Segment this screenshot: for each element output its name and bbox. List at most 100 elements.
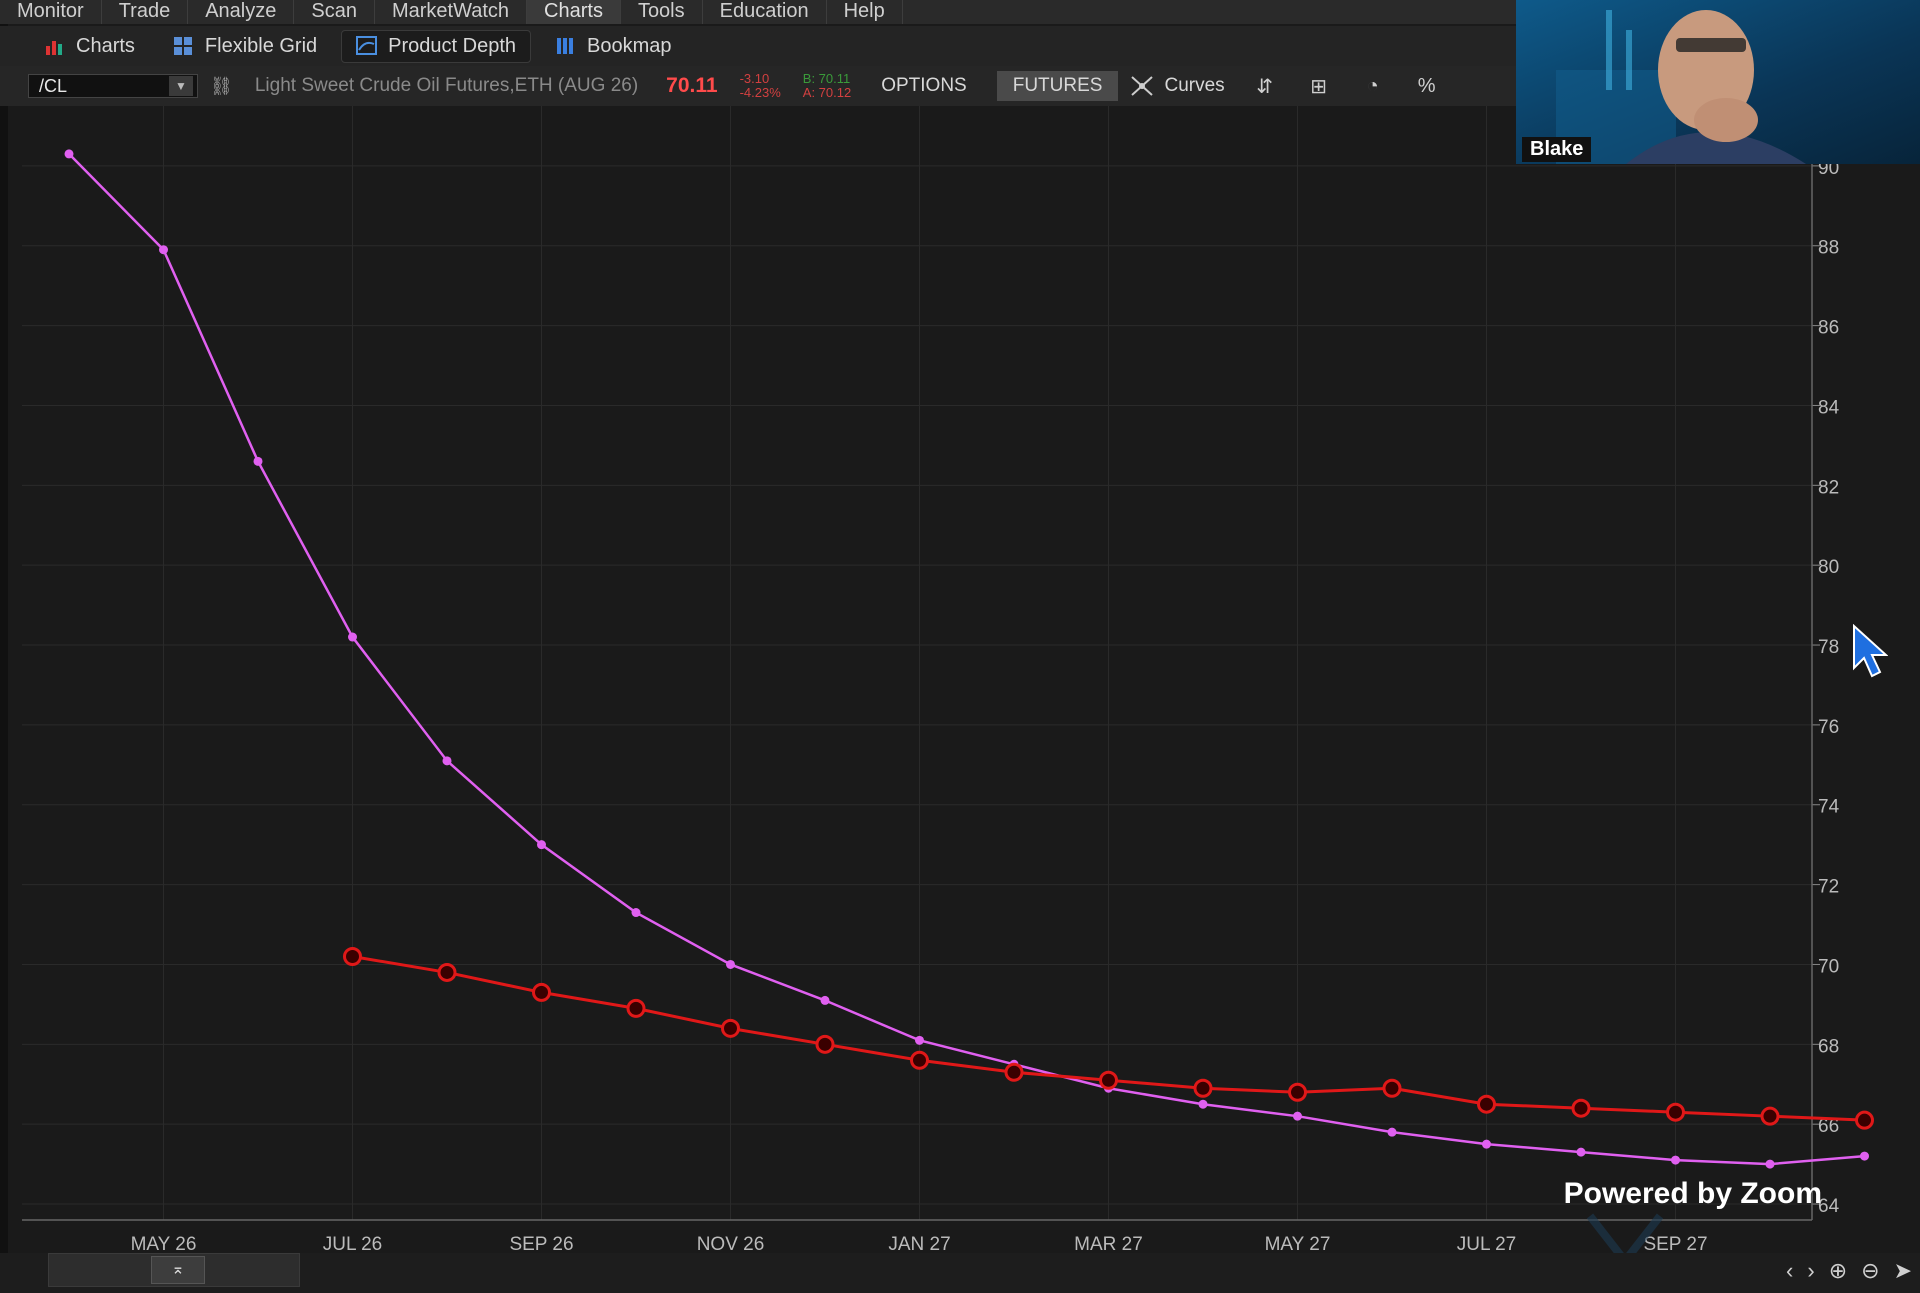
y-tick-label: 70 bbox=[1818, 956, 1839, 977]
x-tick-label: SEP 26 bbox=[509, 1234, 573, 1255]
instrument-description: Light Sweet Crude Oil Futures,ETH (AUG 2… bbox=[254, 75, 639, 96]
data-point-current bbox=[159, 245, 168, 255]
y-tick-label: 78 bbox=[1818, 637, 1839, 658]
menu-monitor[interactable]: Monitor bbox=[0, 0, 102, 24]
data-point-current bbox=[726, 959, 735, 969]
tab-label: Flexible Grid bbox=[204, 34, 318, 57]
data-point-current bbox=[915, 1035, 924, 1045]
data-point-current bbox=[537, 840, 546, 850]
x-tick-label: JUL 26 bbox=[323, 1234, 383, 1255]
data-point-prior bbox=[910, 1050, 929, 1070]
menu-scan[interactable]: Scan bbox=[294, 0, 375, 24]
options-button[interactable]: OPTIONS bbox=[865, 71, 983, 101]
y-tick-label: 76 bbox=[1818, 717, 1839, 738]
adjust-icon[interactable]: ⊞ bbox=[1305, 74, 1333, 99]
zoom-in-icon[interactable]: ⊕ bbox=[1829, 1258, 1847, 1284]
menu-charts[interactable]: Charts bbox=[527, 0, 621, 24]
data-point-prior bbox=[1382, 1078, 1402, 1098]
sort-arrows-icon[interactable]: ⇵ bbox=[1251, 74, 1279, 99]
data-point-prior bbox=[815, 1034, 835, 1054]
tab-flexible-grid[interactable]: Flexible Grid bbox=[159, 31, 331, 62]
chevron-down-icon[interactable]: ▼ bbox=[169, 76, 193, 96]
percent-toggle[interactable]: % bbox=[1413, 75, 1441, 98]
menu-analyze[interactable]: Analyze bbox=[188, 0, 295, 24]
tab-charts[interactable]: Charts bbox=[30, 31, 149, 62]
data-point-current bbox=[348, 632, 357, 642]
data-point-current bbox=[1860, 1151, 1869, 1161]
curve-chart-icon bbox=[356, 36, 378, 56]
data-point-current bbox=[1198, 1099, 1208, 1109]
data-point-current bbox=[1482, 1139, 1491, 1149]
data-point-prior bbox=[1477, 1094, 1496, 1114]
tab-label: Bookmap bbox=[587, 34, 672, 57]
menu-trade[interactable]: Trade bbox=[102, 0, 189, 24]
futures-button[interactable]: FUTURES bbox=[996, 71, 1119, 101]
chart-type-tabs: Charts Flexible Grid Product Depth Bookm… bbox=[0, 26, 1516, 66]
curves-button[interactable]: Curves bbox=[1130, 75, 1225, 97]
data-point-current bbox=[1671, 1155, 1680, 1165]
data-point-prior bbox=[1004, 1062, 1024, 1082]
y-tick-label: 82 bbox=[1818, 477, 1839, 498]
menu-help[interactable]: Help bbox=[827, 0, 903, 24]
zoom-watermark: Powered by Zoom bbox=[1563, 1177, 1822, 1210]
menu-education[interactable]: Education bbox=[703, 0, 827, 24]
x-tick-label: MAR 27 bbox=[1074, 1234, 1143, 1255]
main-menu-bar: Monitor Trade Analyze Scan MarketWatch C… bbox=[0, 0, 1516, 24]
data-point-prior bbox=[343, 946, 362, 966]
tab-product-depth[interactable]: Product Depth bbox=[341, 29, 532, 63]
symbol-input[interactable]: /CL ▼ bbox=[28, 74, 198, 98]
data-point-prior bbox=[1571, 1098, 1591, 1118]
x-tick-label: SEP 27 bbox=[1643, 1234, 1707, 1255]
symbol-toolbar: /CL ▼ ⛓ Light Sweet Crude Oil Futures,ET… bbox=[0, 66, 1516, 106]
curves-label: Curves bbox=[1164, 75, 1225, 96]
scroll-thumb[interactable]: ⌅ bbox=[151, 1256, 205, 1284]
data-point-current bbox=[1387, 1127, 1397, 1137]
mouse-cursor-icon bbox=[1853, 624, 1888, 678]
x-tick-label: MAY 26 bbox=[131, 1234, 197, 1255]
term-structure-chart: 64 66 68 70 72 74 76 78 80 82 84 86 88 90 MAY 26 JUL 26… bbox=[0, 106, 1920, 1268]
participant-name: Blake bbox=[1522, 137, 1592, 162]
menu-marketwatch[interactable]: MarketWatch bbox=[375, 0, 528, 24]
data-point-current bbox=[631, 908, 641, 918]
y-tick-label: 84 bbox=[1818, 397, 1840, 418]
tab-bookmap[interactable]: Bookmap bbox=[541, 31, 686, 62]
change-percent: -4.23% bbox=[739, 85, 781, 100]
time-scrollbar[interactable]: ⌅ bbox=[48, 1253, 300, 1287]
scroll-right-icon[interactable]: › bbox=[1807, 1258, 1814, 1284]
data-point-prior bbox=[721, 1018, 740, 1038]
tab-label: Charts bbox=[76, 34, 135, 57]
y-tick-label: 72 bbox=[1818, 877, 1839, 898]
data-point-prior bbox=[532, 982, 551, 1002]
link-icon[interactable]: ⛓ bbox=[210, 76, 233, 97]
data-point-prior bbox=[1099, 1070, 1118, 1090]
data-point-prior bbox=[1760, 1106, 1780, 1126]
x-tick-label: JUL 27 bbox=[1457, 1234, 1517, 1255]
scroll-left-icon[interactable]: ‹ bbox=[1786, 1258, 1793, 1284]
data-point-prior bbox=[1855, 1110, 1874, 1130]
last-price: 70.11 bbox=[666, 74, 718, 97]
chart-canvas: 6466687072747678808284868890MAY 26 JUL 26… bbox=[22, 106, 1874, 1268]
data-point-current bbox=[820, 995, 830, 1005]
y-tick-label: 80 bbox=[1818, 557, 1839, 578]
y-tick-label: 74 bbox=[1818, 797, 1840, 818]
x-tick-label: NOV 26 bbox=[697, 1234, 765, 1255]
zoom-out-icon[interactable]: ⊖ bbox=[1861, 1258, 1879, 1284]
symbol-value: /CL bbox=[39, 75, 68, 96]
menu-tools[interactable]: Tools bbox=[621, 0, 703, 24]
x-tick-label: JAN 27 bbox=[888, 1234, 950, 1255]
data-point-prior bbox=[437, 962, 457, 982]
change-value: -3.10 bbox=[739, 71, 770, 86]
bid-ask: B: 70.11 A: 70.12 bbox=[803, 72, 851, 100]
data-point-current bbox=[64, 149, 74, 159]
zoom-controls: ‹ › ⊕ ⊖ ➤ bbox=[1786, 1258, 1912, 1284]
bar-chart-icon bbox=[44, 36, 66, 56]
x-tick-label: MAY 27 bbox=[1265, 1234, 1331, 1255]
tab-label: Product Depth bbox=[388, 34, 517, 57]
time-lock-icon[interactable]: ◔ bbox=[1359, 75, 1387, 98]
data-point-prior bbox=[626, 998, 646, 1018]
bookmap-icon bbox=[555, 36, 577, 56]
data-point-prior bbox=[1666, 1102, 1685, 1122]
y-tick-label: 68 bbox=[1818, 1036, 1839, 1057]
video-feed: Blake bbox=[1516, 0, 1920, 164]
pointer-icon[interactable]: ➤ bbox=[1894, 1258, 1912, 1284]
